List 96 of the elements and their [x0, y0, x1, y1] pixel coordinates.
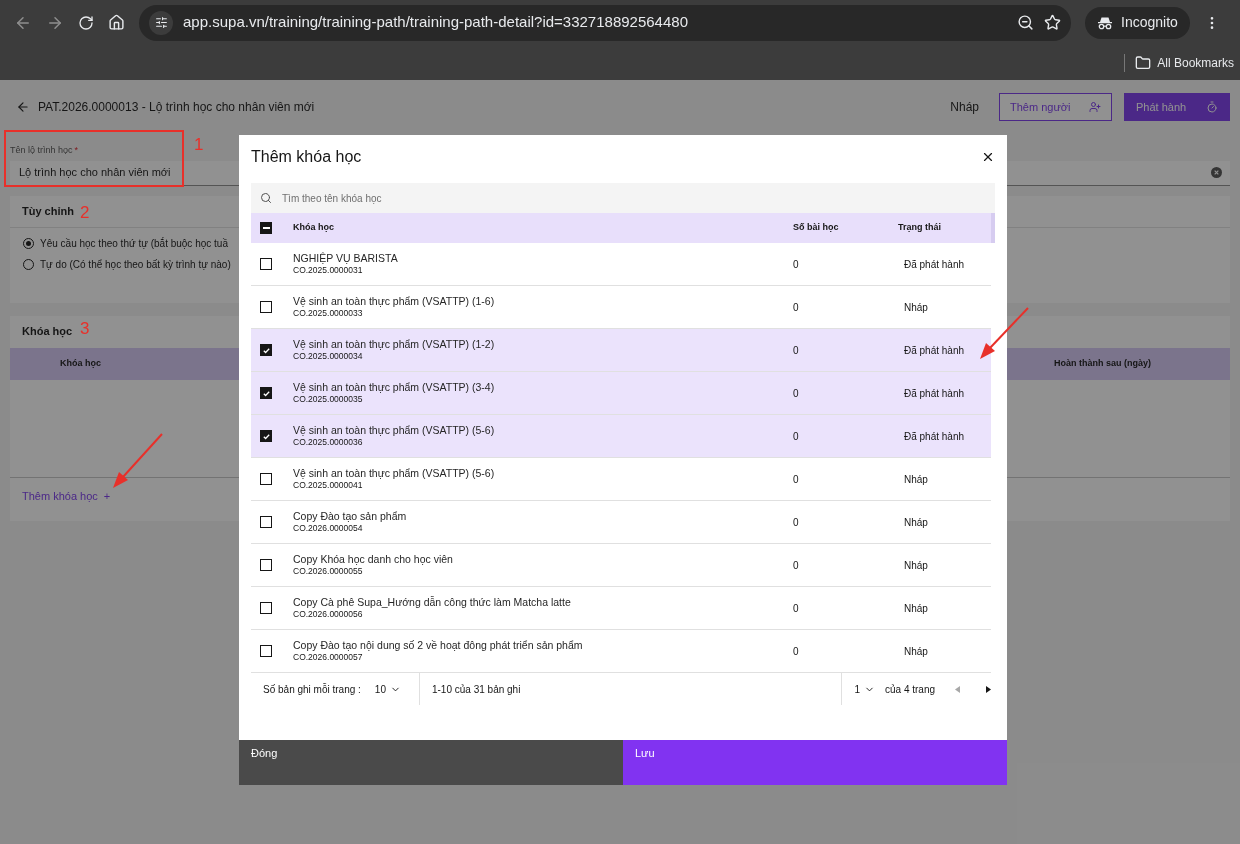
checkbox[interactable] [260, 645, 272, 657]
record-range: 1-10 của 31 bản ghi [430, 682, 522, 697]
course-name: Copy Khóa học danh cho học viên [293, 553, 454, 566]
course-name: Copy Cà phê Supa_Hướng dẫn công thức làm Matcha latte [293, 596, 572, 609]
lesson-count: 0 [793, 515, 800, 530]
lesson-count: 0 [793, 558, 800, 573]
annotation-number: 2 [80, 202, 90, 224]
course-code: CO.2025.0000041 [293, 480, 364, 491]
site-settings-button[interactable] [149, 10, 173, 35]
table-header: Khóa học Số bài học Trạng thái [251, 213, 995, 243]
course-code: CO.2025.0000033 [293, 308, 364, 319]
bookmarks-folder[interactable]: All Bookmarks [1135, 53, 1234, 72]
lesson-count: 0 [793, 386, 800, 401]
save-button[interactable]: Lưu [623, 740, 1007, 785]
status-text: Nháp [950, 99, 979, 116]
course-name: Copy Đào tạo nội dung số 2 về hoạt đông phát triển sản phẩm [293, 639, 584, 652]
dialog-title: Thêm khóa học [251, 147, 362, 167]
close-icon[interactable] [981, 150, 995, 164]
checkbox[interactable] [260, 301, 272, 313]
status-text: Nháp [904, 472, 928, 487]
add-user-icon [1089, 101, 1101, 113]
profile-chip[interactable]: Incognito [1085, 6, 1190, 39]
close-button[interactable]: Đóng [239, 740, 623, 785]
bookmark-star-icon[interactable] [1044, 14, 1061, 31]
search-field[interactable]: Tìm theo tên khóa học [251, 183, 995, 213]
home-icon[interactable] [108, 14, 125, 31]
status-text: Đã phát hành [904, 386, 965, 401]
status-text: Nháp [904, 644, 928, 659]
sliders-icon[interactable] [154, 16, 168, 29]
status-text: Nháp [904, 558, 928, 573]
course-code: CO.2026.0000057 [293, 652, 364, 663]
course-name: Vệ sinh an toàn thực phẩm (VSATTP) (5-6) [293, 467, 496, 480]
zoom-icon[interactable] [1017, 14, 1034, 31]
table-row[interactable]: Vệ sinh an toàn thực phẩm (VSATTP) (1-2) CO.2025.0000034 0 Đã phát hành [251, 329, 991, 372]
page-total: của 4 trang [885, 682, 937, 697]
card-title: Tùy chỉnh [22, 203, 74, 219]
timer-icon [1206, 101, 1218, 113]
lesson-count: 0 [793, 300, 800, 315]
annotation-number: 1 [194, 134, 204, 156]
annotation-arrow [113, 433, 163, 488]
checkbox[interactable] [260, 473, 272, 485]
course-code: CO.2025.0000036 [293, 437, 364, 448]
add-people-button[interactable]: Thêm người [999, 93, 1112, 121]
lesson-count: 0 [793, 644, 800, 659]
lesson-count: 0 [793, 472, 800, 487]
required-mark: * [74, 144, 79, 157]
page-select[interactable]: 1 [854, 681, 875, 697]
hat-glasses-icon [1097, 15, 1113, 30]
url-text: app.supa.vn/training/training-path/training-path-detail?id=332718892564480 [183, 12, 688, 33]
status-text: Nháp [904, 300, 928, 315]
status-text: Nháp [904, 601, 928, 616]
search-icon [260, 192, 272, 204]
course-name: Vệ sinh an toàn thực phẩm (VSATTP) (3-4) [293, 381, 496, 394]
checkbox[interactable] [260, 430, 272, 442]
table-row[interactable]: Vệ sinh an toàn thực phẩm (VSATTP) (3-4) CO.2025.0000035 0 Đã phát hành [251, 372, 991, 415]
lesson-count: 0 [793, 257, 800, 272]
status-text: Nháp [904, 515, 928, 530]
checkbox[interactable] [260, 559, 272, 571]
publish-button[interactable]: Phát hành [1124, 93, 1230, 121]
course-code: CO.2025.0000031 [293, 265, 364, 276]
course-name: NGHIỆP VỤ BARISTA [293, 252, 399, 265]
checkbox[interactable] [260, 344, 272, 356]
address-bar[interactable]: app.supa.vn/training/training-path/training-path-detail?id=332718892564480 [139, 4, 1071, 41]
checkbox[interactable] [260, 258, 272, 270]
checkbox[interactable] [260, 387, 272, 399]
pagination-bar: Số bản ghi mỗi trang : 10 1-10 của 31 bản ghi 1 của 4 trang [251, 673, 991, 705]
course-code: CO.2026.0000054 [293, 523, 364, 534]
checkbox[interactable] [260, 222, 272, 234]
status-text: Đã phát hành [904, 429, 965, 444]
card-title: Khóa học [22, 324, 73, 340]
folder-icon [1135, 54, 1152, 71]
annotation-number: 3 [80, 318, 90, 340]
page-size-select[interactable]: 10 [374, 681, 401, 697]
course-name: Copy Đào tạo sản phẩm [293, 510, 408, 523]
course-name: Vệ sinh an toàn thực phẩm (VSATTP) (5-6) [293, 424, 496, 437]
page-title: PAT.2026.0000013 - Lộ trình học cho nhân viên mới [38, 99, 315, 116]
lesson-count: 0 [793, 429, 800, 444]
course-code: CO.2025.0000034 [293, 351, 364, 362]
back-icon[interactable] [16, 100, 30, 114]
course-code: CO.2026.0000056 [293, 609, 364, 620]
field-label: Tên lộ trình học [10, 144, 73, 157]
checkbox[interactable] [260, 516, 272, 528]
reload-icon[interactable] [78, 14, 94, 31]
next-page-icon[interactable] [986, 685, 991, 693]
annotation-arrow [980, 307, 1029, 359]
status-text: Đã phát hành [904, 257, 965, 272]
course-code: CO.2025.0000035 [293, 394, 364, 405]
course-name: Vệ sinh an toàn thực phẩm (VSATTP) (1-6) [293, 295, 496, 308]
table-row[interactable]: Vệ sinh an toàn thực phẩm (VSATTP) (5-6) CO.2025.0000036 0 Đã phát hành [251, 415, 991, 458]
clear-icon[interactable] [1211, 167, 1222, 178]
add-course-link[interactable]: Thêm khóa học + [10, 477, 111, 504]
radio-option[interactable]: Tự do (Có thể học theo bất kỳ trình tự nào) [23, 256, 231, 272]
checkbox[interactable] [260, 602, 272, 614]
radio-option[interactable]: Yêu cầu học theo thứ tự (bắt buộc học tuầ [23, 235, 228, 251]
course-code: CO.2026.0000055 [293, 566, 364, 577]
lesson-count: 0 [793, 601, 800, 616]
